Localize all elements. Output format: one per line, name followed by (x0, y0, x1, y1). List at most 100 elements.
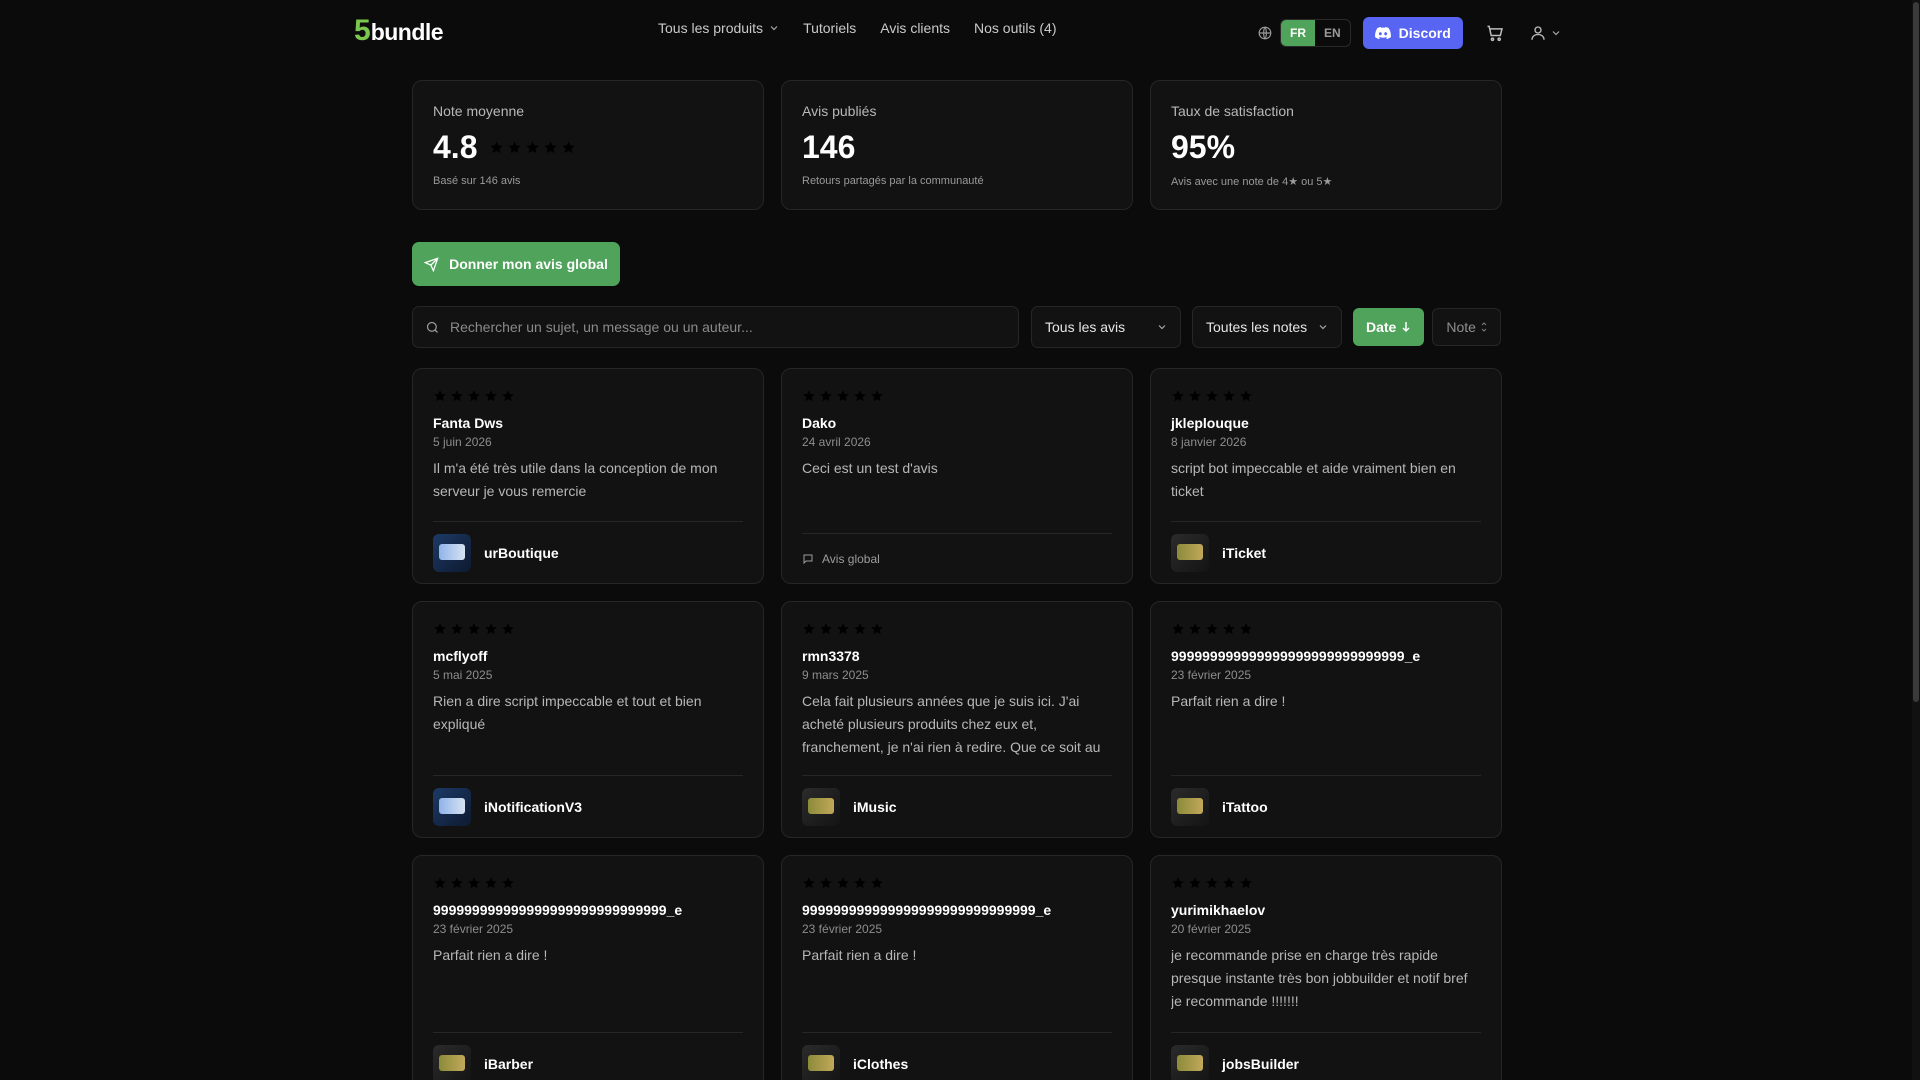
review-product[interactable]: iNotificationV3 (433, 775, 743, 837)
rating-stars (802, 876, 1112, 890)
reviews-grid: Fanta Dws 5 juin 2026 Il m'a été très ut… (412, 368, 1502, 1080)
discord-label: Discord (1398, 25, 1451, 41)
review-message: Parfait rien a dire ! (802, 947, 917, 963)
star-icon (501, 876, 515, 890)
discord-button[interactable]: Discord (1362, 17, 1463, 49)
review-card[interactable]: Fanta Dws 5 juin 2026 Il m'a été très ut… (412, 368, 764, 584)
review-card[interactable]: jkleplouque 8 janvier 2026 script bot im… (1150, 368, 1502, 584)
chevron-down-icon (770, 26, 778, 31)
stat-subtext: Retours partagés par la communauté (802, 175, 984, 187)
product-thumbnail (433, 533, 471, 572)
star-icon (467, 622, 481, 636)
brand-word: bundle (370, 19, 444, 45)
lang-fr-button[interactable]: FR (1281, 20, 1315, 46)
review-product[interactable]: iTicket (1171, 521, 1481, 583)
page-scrollbar[interactable] (1912, 0, 1920, 1080)
globe-icon[interactable] (1258, 26, 1272, 40)
rating-stars (1171, 876, 1481, 890)
review-author: 999999999999999999999999999999_e (433, 902, 683, 918)
scrollbar-thumb[interactable] (1913, 2, 1919, 702)
star-icon (1188, 876, 1202, 890)
product-thumbnail (802, 1044, 840, 1080)
nav-item-label: Tous les produits (658, 20, 764, 36)
star-icon (467, 876, 481, 890)
review-filters: Tous les avis Toutes les notes Date Note (412, 306, 1501, 348)
sort-date-button[interactable]: Date (1353, 308, 1425, 346)
star-icon (1205, 622, 1219, 636)
review-author: 999999999999999999999999999999_e (1171, 648, 1421, 664)
star-icon (1222, 876, 1236, 890)
review-card[interactable]: yurimikhaelov 20 février 2025 je recomma… (1150, 855, 1502, 1080)
star-icon (836, 876, 850, 890)
star-icon (1239, 389, 1253, 403)
review-card[interactable]: Dako 24 avril 2026 Ceci est un test d'av… (781, 368, 1133, 584)
review-date: 23 février 2025 (802, 922, 883, 936)
search-icon (426, 321, 438, 333)
review-product[interactable]: urBoutique (433, 521, 743, 583)
review-global-tag: Avis global (802, 533, 1112, 583)
star-icon (802, 389, 816, 403)
brand-logo[interactable]: 5 bundle (354, 14, 444, 47)
star-icon (1222, 622, 1236, 636)
lang-en-button[interactable]: EN (1315, 20, 1350, 46)
chevron-down-icon (1158, 325, 1166, 330)
chevron-down-icon (1552, 31, 1560, 36)
stat-subtext: Avis avec une note de 4★ ou 5★ (1171, 176, 1333, 188)
review-author: rmn3378 (802, 648, 860, 664)
star-icon (433, 389, 447, 403)
star-icon (433, 876, 447, 890)
sort-note-button[interactable]: Note (1432, 308, 1501, 346)
rating-filter-select[interactable]: Toutes les notes (1192, 306, 1342, 348)
review-card[interactable]: 999999999999999999999999999999_e 23 févr… (412, 855, 764, 1080)
cart-icon[interactable] (1483, 21, 1507, 45)
review-card[interactable]: rmn3378 9 mars 2025 Cela fait plusieurs … (781, 601, 1133, 838)
review-message: Parfait rien a dire ! (433, 947, 548, 963)
rating-stars (802, 622, 1112, 636)
star-icon (1222, 389, 1236, 403)
review-card[interactable]: mcflyoff 5 mai 2025 Rien a dire script i… (412, 601, 764, 838)
rating-stars (433, 622, 743, 636)
nav-item-products[interactable]: Tous les produits (658, 20, 779, 36)
review-product[interactable]: iBarber (433, 1032, 743, 1080)
star-icon (1205, 389, 1219, 403)
star-icon (543, 140, 558, 155)
review-message: Parfait rien a dire ! (1171, 693, 1286, 709)
stats-row: Note moyenne 4.8 Basé sur 146 avis Avis … (412, 80, 1502, 210)
review-type-select[interactable]: Tous les avis (1031, 306, 1181, 348)
give-global-review-button[interactable]: Donner mon avis global (412, 242, 620, 286)
star-icon (1205, 876, 1219, 890)
nav-item-tools[interactable]: Nos outils (4) (974, 20, 1056, 36)
review-product[interactable]: jobsBuilder (1171, 1032, 1481, 1080)
product-thumbnail (1171, 533, 1209, 572)
product-name: jobsBuilder (1222, 1055, 1300, 1072)
review-date: 20 février 2025 (1171, 922, 1252, 936)
review-date: 5 juin 2026 (433, 435, 492, 449)
stat-label: Avis publiés (802, 103, 877, 119)
star-icon (501, 622, 515, 636)
review-card[interactable]: 999999999999999999999999999999_e 23 févr… (781, 855, 1133, 1080)
nav-item-reviews[interactable]: Avis clients (880, 20, 950, 36)
nav-item-label: Avis clients (880, 20, 951, 36)
search-input[interactable] (450, 319, 1006, 335)
select-value: Toutes les notes (1206, 319, 1308, 335)
sort-label: Date (1366, 319, 1397, 335)
star-icon (525, 140, 540, 155)
rating-stars (489, 140, 576, 155)
user-menu[interactable] (1529, 24, 1561, 42)
stat-satisfaction-rate: Taux de satisfaction 95% Avis avec une n… (1150, 80, 1502, 210)
stat-value: 95% (1171, 129, 1236, 165)
stat-value: 4.8 (433, 129, 478, 165)
review-card[interactable]: 999999999999999999999999999999_e 23 févr… (1150, 601, 1502, 838)
search-box[interactable] (412, 306, 1019, 348)
nav-item-tutorials[interactable]: Tutoriels (803, 20, 856, 36)
select-value: Tous les avis (1045, 319, 1126, 335)
product-thumbnail (433, 787, 471, 826)
review-product[interactable]: iMusic (802, 775, 1112, 837)
product-name: iBarber (484, 1055, 534, 1072)
review-date: 23 février 2025 (433, 922, 514, 936)
brand-digit: 5 (354, 14, 371, 47)
chevron-down-icon (1319, 325, 1327, 330)
review-product[interactable]: iTattoo (1171, 775, 1481, 837)
review-product[interactable]: iClothes (802, 1032, 1112, 1080)
global-review-label: Avis global (822, 551, 880, 566)
